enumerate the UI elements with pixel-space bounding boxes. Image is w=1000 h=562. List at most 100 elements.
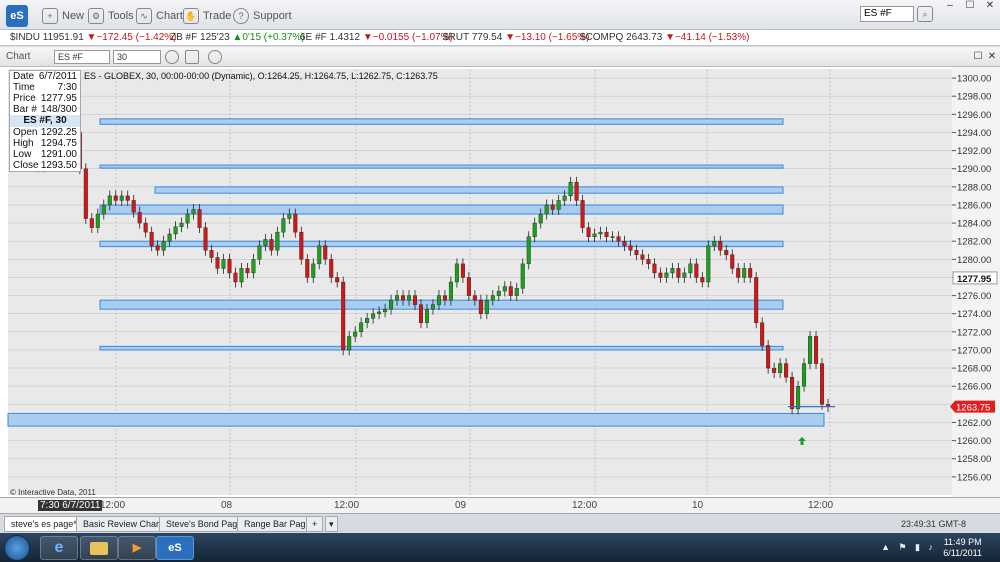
info-key: Price bbox=[13, 93, 36, 104]
close-button[interactable]: ✕ bbox=[980, 0, 1000, 11]
candle-body bbox=[233, 272, 238, 283]
refresh-icon[interactable] bbox=[208, 50, 222, 64]
chart-symbol-select[interactable]: ES #F bbox=[54, 50, 110, 64]
candle-body bbox=[257, 245, 262, 260]
info-value: 1294.75 bbox=[40, 138, 77, 149]
candle-body bbox=[508, 286, 513, 296]
folder-icon bbox=[90, 542, 108, 555]
candle-body bbox=[173, 226, 178, 235]
info-key: Close bbox=[13, 160, 39, 171]
chart-window-title: Chart bbox=[6, 51, 31, 62]
candle-body bbox=[514, 288, 519, 296]
tab-steves-bond-page[interactable]: Steve's Bond Page bbox=[159, 516, 250, 532]
trade-button[interactable]: ✋ Trade bbox=[183, 8, 231, 24]
tab-menu-button[interactable]: ▾ bbox=[325, 516, 338, 532]
support-button[interactable]: ? Support bbox=[233, 8, 292, 24]
tray-time: 11:49 PM bbox=[943, 537, 982, 547]
support-resistance-zone bbox=[7, 412, 825, 427]
ticker-item[interactable]: $RUT 779.54 ▼−13.10 (−1.65%) bbox=[443, 32, 590, 43]
candle-body bbox=[652, 263, 657, 274]
info-value: 148/300 bbox=[40, 104, 77, 115]
info-value: 7:30 bbox=[57, 82, 77, 93]
search-icon[interactable]: ⌕ bbox=[917, 6, 933, 22]
pencil-icon[interactable] bbox=[185, 50, 199, 64]
tab-steves-es-page[interactable]: steve's es page* bbox=[4, 516, 84, 532]
candle-body bbox=[688, 263, 693, 274]
info-value: 1292.25 bbox=[40, 127, 77, 138]
candle-body bbox=[706, 245, 711, 283]
candle-body bbox=[251, 259, 256, 274]
explorer-taskbar-button[interactable] bbox=[80, 536, 118, 560]
clock-icon[interactable] bbox=[165, 50, 179, 64]
candle-body bbox=[311, 263, 316, 278]
ticker-change: ▼−13.10 (−1.65%) bbox=[505, 32, 590, 43]
candle-body bbox=[287, 213, 292, 219]
candle-body bbox=[664, 272, 669, 278]
candle-body bbox=[658, 272, 663, 278]
ticker-item[interactable]: ZB #F 125'23 ▲0'15 (+0.37%) bbox=[170, 32, 305, 43]
symbol-search-input[interactable]: ES #F bbox=[860, 6, 914, 22]
media-taskbar-button[interactable]: ▶ bbox=[118, 536, 156, 560]
candle-body bbox=[179, 222, 184, 227]
tray-icons[interactable]: ▲ ⚑ ▮ ♪ bbox=[881, 542, 936, 553]
candle-body bbox=[143, 222, 148, 233]
ticker-last: 11951.91 bbox=[42, 32, 84, 43]
maximize-button[interactable]: ☐ bbox=[960, 0, 980, 11]
candle-body bbox=[820, 363, 825, 405]
candle-body bbox=[718, 241, 723, 251]
price-tick-label: 1296.00 bbox=[957, 110, 991, 121]
chart-interval-select[interactable]: 30 bbox=[113, 50, 161, 64]
price-chart[interactable]: 1256.001258.001260.001262.001264.001266.… bbox=[0, 67, 1000, 497]
ie-taskbar-button[interactable]: e bbox=[40, 536, 78, 560]
tools-icon: ⚙ bbox=[88, 8, 104, 24]
tools-button[interactable]: ⚙ Tools bbox=[88, 8, 134, 24]
es-taskbar-button[interactable]: eS bbox=[156, 536, 194, 560]
candle-body bbox=[808, 336, 813, 364]
ticker-item[interactable]: 6E #F 1.4312 ▼−0.0155 (−1.07%) bbox=[300, 32, 453, 43]
info-row: Low 1291.00 bbox=[10, 149, 80, 160]
cursor-time-label: 7:30 6/7/2011 bbox=[38, 500, 103, 511]
candle-body bbox=[407, 295, 412, 301]
price-tick-label: 1280.00 bbox=[957, 255, 991, 266]
add-tab-button[interactable]: + bbox=[306, 516, 324, 532]
candle-body bbox=[562, 195, 567, 201]
candle-body bbox=[778, 363, 783, 373]
main-toolbar: eS + New ⚙ Tools ∿ Chart ✋ Trade ? Suppo… bbox=[0, 0, 1000, 30]
chart-close-button[interactable]: ✕ bbox=[982, 51, 1000, 62]
candle-body bbox=[335, 277, 340, 283]
chart-label: Chart bbox=[156, 10, 183, 22]
ticker-item[interactable]: $COMPQ 2643.73 ▼−41.14 (−1.53%) bbox=[580, 32, 749, 43]
candle-body bbox=[119, 195, 124, 201]
minimize-button[interactable]: – bbox=[940, 0, 960, 11]
start-button[interactable] bbox=[4, 535, 30, 561]
chart-button[interactable]: ∿ Chart bbox=[136, 8, 183, 24]
candle-body bbox=[802, 363, 807, 387]
price-tick-label: 1292.00 bbox=[957, 146, 991, 157]
candle-body bbox=[371, 313, 376, 319]
price-tick-label: 1266.00 bbox=[957, 382, 991, 393]
candle-body bbox=[694, 263, 699, 278]
chart-ohlc-header: ES - GLOBEX, 30, 00:00-00:00 (Dynamic), … bbox=[84, 71, 438, 81]
candle-body bbox=[341, 281, 346, 351]
copyright-text: © Interactive Data, 2011 bbox=[10, 488, 96, 497]
candle-body bbox=[598, 231, 603, 235]
ticker-bar: $INDU 11951.91 ▼−172.45 (−1.42%) ZB #F 1… bbox=[0, 30, 1000, 46]
candle-body bbox=[640, 254, 645, 260]
price-tick-label: 1258.00 bbox=[957, 454, 991, 465]
candle-body bbox=[538, 213, 543, 224]
info-key: High bbox=[13, 138, 34, 149]
candle-body bbox=[185, 213, 190, 224]
info-value: 1291.00 bbox=[40, 149, 77, 160]
plot-background bbox=[8, 69, 952, 495]
candle-body bbox=[281, 218, 286, 233]
ticker-item[interactable]: $INDU 11951.91 ▼−172.45 (−1.42%) bbox=[10, 32, 177, 43]
support-resistance-zone bbox=[99, 164, 784, 169]
new-button[interactable]: + New bbox=[42, 8, 84, 24]
time-tick-label: 10 bbox=[692, 500, 704, 511]
candle-body bbox=[209, 250, 214, 258]
candle-body bbox=[89, 218, 94, 228]
tray-clock[interactable]: 11:49 PM 6/11/2011 bbox=[943, 537, 982, 559]
candle-body bbox=[790, 376, 795, 410]
candle-body bbox=[490, 295, 495, 301]
chart-panel[interactable]: 1256.001258.001260.001262.001264.001266.… bbox=[0, 67, 1000, 497]
